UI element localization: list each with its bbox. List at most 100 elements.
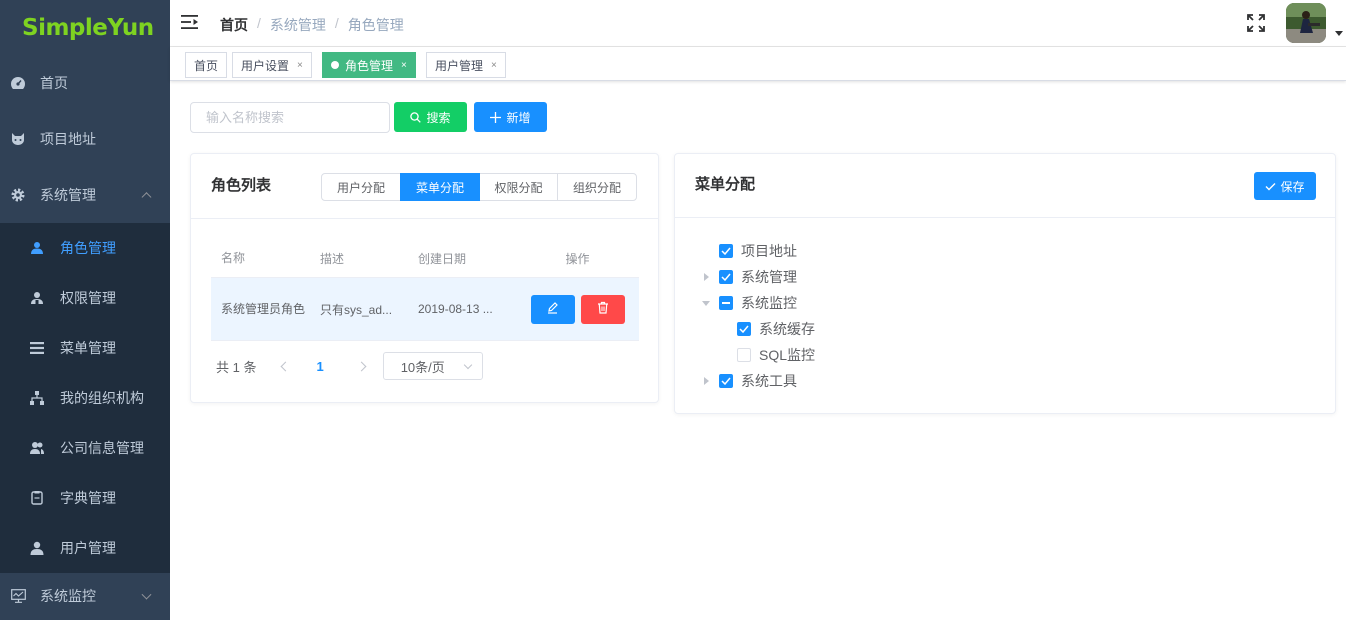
plus-icon — [490, 112, 501, 123]
dashboard-icon — [10, 75, 26, 91]
role-icon — [30, 241, 44, 255]
checkbox[interactable] — [737, 322, 751, 336]
hamburger-icon[interactable] — [181, 14, 199, 30]
assignment-tabs: 用户分配 菜单分配 权限分配 组织分配 — [321, 173, 637, 201]
caret-right-icon[interactable] — [699, 374, 713, 388]
tag-role-management[interactable]: 角色管理 × — [322, 52, 416, 78]
table-row[interactable]: 系统管理员角色 只有sys_ad... 2019-08-13 ... — [211, 278, 639, 341]
user-icon — [30, 541, 44, 555]
company-icon — [30, 441, 44, 455]
tree-node-label: 项目地址 — [741, 241, 797, 261]
avatar[interactable] — [1286, 3, 1326, 43]
sidebar: SimpleYun 首页 项目地址 系统管理 角色管理 权限管理 — [0, 0, 170, 620]
sidebar-item-role[interactable]: 角色管理 — [0, 223, 170, 273]
sidebar-item-system[interactable]: 系统管理 — [0, 167, 170, 223]
pagination: 共 1 条 1 10条/页 — [216, 352, 483, 380]
column-header-name: 名称 — [211, 247, 310, 269]
tree-node[interactable]: SQL监控 — [699, 342, 815, 368]
sidebar-item-monitor[interactable]: 系统监控 — [0, 572, 170, 620]
check-icon — [1265, 182, 1276, 191]
checkbox[interactable] — [719, 270, 733, 284]
sidebar-item-label: 系统管理 — [40, 185, 96, 205]
search-input[interactable] — [190, 102, 390, 133]
checkbox[interactable] — [737, 348, 751, 362]
tag-home[interactable]: 首页 — [185, 52, 227, 78]
breadcrumb: 首页 / 系统管理 / 角色管理 — [220, 15, 404, 35]
caret-down-icon[interactable] — [699, 296, 713, 310]
page-size-value: 10条/页 — [401, 357, 445, 376]
tree-node[interactable]: 系统缓存 — [699, 316, 815, 342]
add-button[interactable]: 新增 — [474, 102, 547, 132]
chevron-down-icon — [463, 361, 471, 369]
edit-button[interactable] — [531, 295, 575, 324]
checkbox[interactable] — [719, 296, 733, 310]
tree-node[interactable]: 项目地址 — [699, 238, 815, 264]
sidebar-item-org[interactable]: 我的组织机构 — [0, 373, 170, 423]
tree-node-label: 系统监控 — [741, 293, 797, 313]
close-icon[interactable]: × — [297, 60, 303, 71]
prev-page-icon[interactable] — [281, 361, 291, 371]
tree-node-label: 系统工具 — [741, 371, 797, 391]
sidebar-item-project[interactable]: 项目地址 — [0, 111, 170, 167]
tab-user-assign[interactable]: 用户分配 — [321, 173, 401, 201]
breadcrumb-home[interactable]: 首页 — [220, 15, 248, 35]
checkbox[interactable] — [719, 244, 733, 258]
breadcrumb-system: 系统管理 — [270, 15, 326, 35]
sidebar-item-company[interactable]: 公司信息管理 — [0, 423, 170, 473]
tag-user-settings[interactable]: 用户设置 × — [232, 52, 312, 78]
next-page-icon[interactable] — [356, 361, 366, 371]
card-title: 菜单分配 — [695, 173, 755, 194]
search-button-label: 搜索 — [426, 109, 450, 126]
sidebar-item-permission[interactable]: 权限管理 — [0, 273, 170, 323]
search-button[interactable]: 搜索 — [394, 102, 467, 132]
sidebar-item-user[interactable]: 用户管理 — [0, 523, 170, 573]
chevron-up-icon — [142, 192, 152, 202]
cell-actions — [516, 295, 639, 324]
tab-menu-assign[interactable]: 菜单分配 — [400, 173, 480, 201]
cell-desc: 只有sys_ad... — [310, 301, 409, 318]
tab-permission-assign[interactable]: 权限分配 — [479, 173, 558, 201]
tag-label: 用户管理 — [435, 57, 483, 74]
breadcrumb-separator: / — [335, 15, 339, 35]
org-icon — [30, 391, 44, 405]
sidebar-item-menu[interactable]: 菜单管理 — [0, 323, 170, 373]
delete-button[interactable] — [581, 295, 625, 324]
tags-view: 首页 用户设置 × 角色管理 × 用户管理 × — [170, 47, 1346, 81]
page-size-select[interactable]: 10条/页 — [383, 352, 483, 380]
card-title: 角色列表 — [211, 174, 271, 195]
sidebar-item-label: 角色管理 — [60, 238, 116, 258]
expand-placeholder — [699, 244, 713, 258]
table-header: 名称 描述 创建日期 操作 — [211, 239, 639, 278]
close-icon[interactable]: × — [401, 60, 407, 71]
app-logo[interactable]: SimpleYun — [0, 0, 170, 55]
column-header-desc: 描述 — [310, 250, 409, 267]
page-number[interactable]: 1 — [316, 359, 323, 374]
checkbox[interactable] — [719, 374, 733, 388]
breadcrumb-current: 角色管理 — [348, 15, 404, 35]
cell-date: 2019-08-13 ... — [409, 302, 516, 316]
tree-node[interactable]: 系统工具 — [699, 368, 815, 394]
tag-label: 首页 — [194, 57, 218, 74]
save-button-label: 保存 — [1280, 178, 1304, 195]
permission-icon — [30, 291, 44, 305]
save-button[interactable]: 保存 — [1254, 172, 1316, 200]
close-icon[interactable]: × — [491, 60, 497, 71]
role-table: 名称 描述 创建日期 操作 系统管理员角色 只有sys_ad... 2019-0… — [211, 239, 639, 341]
tag-user-management[interactable]: 用户管理 × — [426, 52, 506, 78]
sidebar-item-dict[interactable]: 字典管理 — [0, 473, 170, 523]
tree-node[interactable]: 系统监控 — [699, 290, 815, 316]
sidebar-item-home[interactable]: 首页 — [0, 55, 170, 111]
sidebar-item-label: 项目地址 — [40, 129, 96, 149]
caret-down-icon[interactable] — [1335, 31, 1343, 36]
menu-icon — [30, 341, 44, 355]
pagination-total: 共 1 条 — [216, 357, 256, 376]
caret-right-icon[interactable] — [699, 270, 713, 284]
dict-icon — [30, 491, 44, 505]
tree-node[interactable]: 系统管理 — [699, 264, 815, 290]
edit-icon — [546, 301, 559, 317]
tag-label: 角色管理 — [345, 57, 393, 74]
tab-org-assign[interactable]: 组织分配 — [557, 173, 637, 201]
fullscreen-icon[interactable] — [1247, 14, 1265, 32]
sidebar-item-label: 公司信息管理 — [60, 438, 144, 458]
sidebar-item-label: 用户管理 — [60, 538, 116, 558]
